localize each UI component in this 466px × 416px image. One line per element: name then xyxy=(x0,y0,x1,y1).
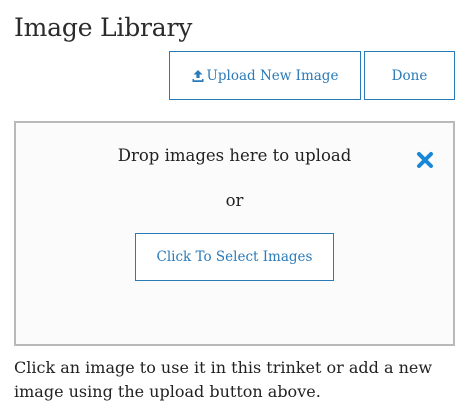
done-button[interactable]: Done xyxy=(364,51,455,100)
select-images-button[interactable]: Click To Select Images xyxy=(135,233,334,281)
image-drop-zone[interactable]: Drop images here to upload or Click To S… xyxy=(14,121,455,346)
upload-button-label: Upload New Image xyxy=(206,67,339,84)
page-title: Image Library xyxy=(14,13,193,42)
or-separator: or xyxy=(225,191,244,210)
close-icon[interactable] xyxy=(416,151,434,169)
upload-new-image-button[interactable]: Upload New Image xyxy=(169,51,361,100)
drop-prompt: Drop images here to upload xyxy=(117,146,352,165)
helper-text: Click an image to use it in this trinket… xyxy=(14,358,433,401)
upload-icon xyxy=(192,69,204,82)
select-images-label: Click To Select Images xyxy=(156,249,313,265)
done-button-label: Done xyxy=(391,67,428,84)
